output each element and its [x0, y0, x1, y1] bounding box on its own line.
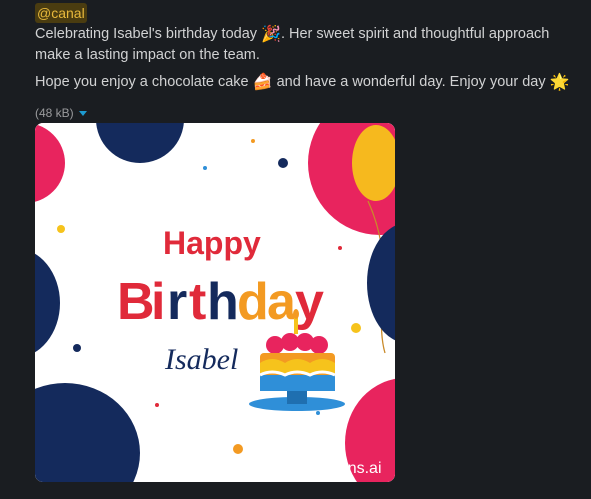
card-birthday-text: Bi r t hda y	[117, 273, 324, 331]
watermark-text: nations.ai	[313, 460, 382, 477]
attachment-meta[interactable]: (48 kB)	[35, 105, 575, 121]
message-paragraph-2: Hope you enjoy a chocolate cake 🍰 and ha…	[35, 72, 575, 93]
message-text: and have a wonderful day. Enjoy your day	[276, 74, 546, 90]
card-name-text: Isabel	[164, 343, 238, 376]
birthday-letter: r	[167, 273, 187, 331]
user-mention[interactable]: @canal	[35, 3, 87, 23]
message: @canal Celebrating Isabel's birthday tod…	[35, 0, 575, 121]
cake-emoji: 🍰	[252, 74, 273, 91]
birthday-card-image: Happy Bi r t hda y Isabel nations.ai	[35, 123, 395, 482]
birthday-letter: t	[189, 273, 206, 331]
message-paragraph-1: Celebrating Isabel's birthday today 🎉. H…	[35, 24, 575, 66]
image-attachment[interactable]: Happy Birthday Isabel nations.ai	[35, 123, 395, 482]
chevron-down-icon[interactable]	[78, 110, 87, 116]
file-size: (48 kB)	[35, 106, 74, 120]
party-popper-emoji: 🎉	[261, 26, 281, 43]
card-happy-text: Happy	[163, 225, 261, 261]
birthday-letter: a	[267, 273, 297, 331]
birthday-letter: d	[237, 273, 269, 331]
birthday-letter: y	[295, 273, 324, 331]
message-text: Celebrating Isabel's birthday today	[35, 26, 258, 42]
star-emoji: 🌟	[549, 74, 570, 91]
birthday-letter: i	[151, 273, 165, 331]
message-text: Hope you enjoy a chocolate cake	[35, 74, 249, 90]
birthday-letter: B	[117, 273, 155, 331]
birthday-letter: h	[207, 273, 239, 331]
